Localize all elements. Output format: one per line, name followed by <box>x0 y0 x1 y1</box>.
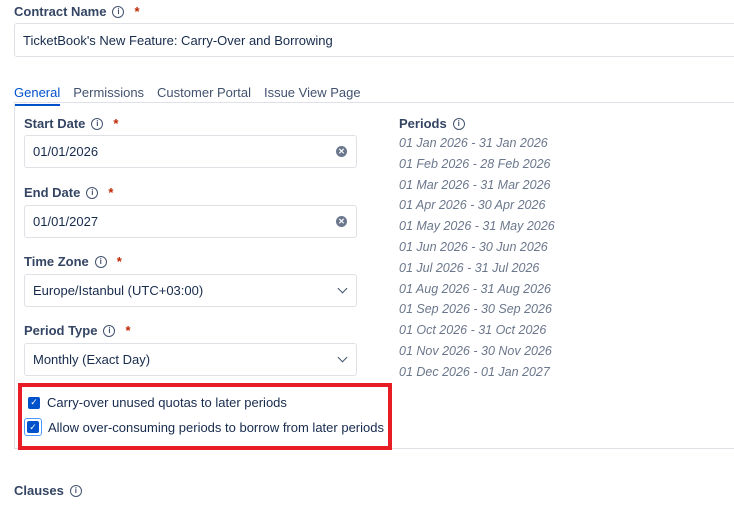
select-value: Europe/Istanbul (UTC+03:00) <box>33 283 203 298</box>
time-zone-select[interactable]: Europe/Istanbul (UTC+03:00) <box>24 274 357 307</box>
label-text: Period Type <box>24 323 97 338</box>
period-type-select[interactable]: Monthly (Exact Day) <box>24 343 357 376</box>
required-mark: * <box>113 116 118 131</box>
label-text: Start Date <box>24 116 85 131</box>
highlight-box <box>18 383 392 450</box>
required-mark: * <box>117 254 122 269</box>
start-date-label: Start Date i * <box>24 116 118 131</box>
info-icon[interactable]: i <box>70 485 82 497</box>
clear-icon[interactable]: ✕ <box>336 146 347 157</box>
carry-over-checkbox-row[interactable]: ✓ Carry-over unused quotas to later perio… <box>28 395 287 410</box>
chevron-down-icon <box>338 284 348 294</box>
end-date-input[interactable]: 01/01/2027 ✕ <box>24 205 357 238</box>
period-item: 01 Mar 2026 - 31 Mar 2026 <box>399 178 555 199</box>
required-mark: * <box>125 323 130 338</box>
period-item: 01 Jul 2026 - 31 Jul 2026 <box>399 261 555 282</box>
clauses-label: Clauses i <box>14 483 82 498</box>
period-item: 01 Oct 2026 - 31 Oct 2026 <box>399 323 555 344</box>
info-icon[interactable]: i <box>91 118 103 130</box>
period-item: 01 Dec 2026 - 01 Jan 2027 <box>399 365 555 386</box>
end-date-label: End Date i * <box>24 185 113 200</box>
period-item: 01 Nov 2026 - 30 Nov 2026 <box>399 344 555 365</box>
input-value: TicketBook's New Feature: Carry-Over and… <box>23 33 333 48</box>
start-date-input[interactable]: 01/01/2026 ✕ <box>24 135 357 168</box>
required-mark: * <box>134 4 139 19</box>
period-item: 01 Aug 2026 - 31 Aug 2026 <box>399 282 555 303</box>
chevron-down-icon <box>338 353 348 363</box>
checkbox-checked-icon[interactable]: ✓ <box>27 421 39 433</box>
label-text: Clauses <box>14 483 64 498</box>
required-mark: * <box>108 185 113 200</box>
period-item: 01 Jun 2026 - 30 Jun 2026 <box>399 240 555 261</box>
contract-name-input[interactable]: TicketBook's New Feature: Carry-Over and… <box>14 23 734 57</box>
period-item: 01 May 2026 - 31 May 2026 <box>399 219 555 240</box>
period-item: 01 Apr 2026 - 30 Apr 2026 <box>399 198 555 219</box>
checkbox-focus-ring[interactable]: ✓ <box>24 418 42 436</box>
period-type-label: Period Type i * <box>24 323 131 338</box>
contract-name-label: Contract Name i * <box>14 4 140 19</box>
periods-label: Periods i <box>399 116 465 131</box>
label-text: Periods <box>399 116 447 131</box>
info-icon[interactable]: i <box>103 325 115 337</box>
checkbox-label: Allow over-consuming periods to borrow f… <box>48 420 384 435</box>
clear-icon[interactable]: ✕ <box>336 216 347 227</box>
label-text: End Date <box>24 185 80 200</box>
borrow-checkbox-row[interactable]: ✓ Allow over-consuming periods to borrow … <box>24 418 384 436</box>
period-item: 01 Jan 2026 - 31 Jan 2026 <box>399 136 555 157</box>
checkbox-label: Carry-over unused quotas to later period… <box>47 395 287 410</box>
input-value: 01/01/2026 <box>33 144 98 159</box>
info-icon[interactable]: i <box>112 6 124 18</box>
period-item: 01 Feb 2026 - 28 Feb 2026 <box>399 157 555 178</box>
label-text: Contract Name <box>14 4 106 19</box>
info-icon[interactable]: i <box>95 256 107 268</box>
label-text: Time Zone <box>24 254 89 269</box>
periods-list: 01 Jan 2026 - 31 Jan 202601 Feb 2026 - 2… <box>399 136 555 386</box>
info-icon[interactable]: i <box>453 118 465 130</box>
select-value: Monthly (Exact Day) <box>33 352 150 367</box>
period-item: 01 Sep 2026 - 30 Sep 2026 <box>399 302 555 323</box>
time-zone-label: Time Zone i * <box>24 254 122 269</box>
checkbox-checked-icon[interactable]: ✓ <box>28 397 40 409</box>
input-value: 01/01/2027 <box>33 214 98 229</box>
info-icon[interactable]: i <box>86 187 98 199</box>
